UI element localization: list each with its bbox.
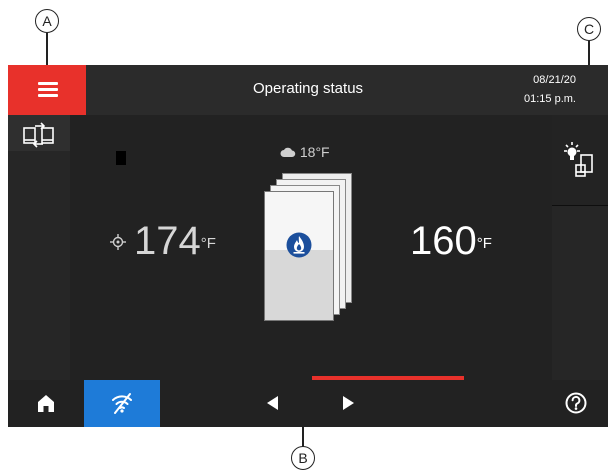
help-icon — [565, 392, 587, 414]
outdoor-temperature: 18°F — [280, 143, 330, 161]
header-bar: Operating status 08/21/20 01:15 p.m. — [8, 65, 608, 115]
actual-temp-number: 160 — [410, 219, 477, 263]
menu-button[interactable] — [8, 65, 86, 115]
previous-button[interactable] — [258, 388, 288, 418]
setpoint-temperature-value: 174°F — [134, 221, 216, 261]
switch-device-button[interactable] — [8, 115, 70, 151]
boiler-card-front — [264, 191, 334, 321]
date-time: 08/21/20 01:15 p.m. — [524, 71, 576, 109]
main-status-area: 18°F 174°F 160°F — [70, 115, 552, 380]
date: 08/21/20 — [533, 74, 576, 86]
hamburger-menu-icon-bar — [38, 88, 58, 91]
time: 01:15 p.m. — [524, 93, 576, 105]
lighting-device-icon — [564, 142, 593, 177]
wifi-off-icon — [112, 393, 132, 414]
bottom-toolbar — [8, 380, 608, 427]
setpoint-temp-unit: °F — [200, 235, 216, 252]
actual-temperature-value: 160°F — [410, 221, 492, 261]
left-panel — [8, 115, 70, 380]
help-button[interactable] — [558, 380, 608, 427]
hamburger-menu-icon-bar — [38, 94, 58, 97]
right-panel — [552, 115, 608, 380]
lighting-device-button[interactable] — [552, 115, 608, 206]
outdoor-temperature-value: 18°F — [299, 144, 330, 160]
next-button[interactable] — [334, 388, 364, 418]
triangle-right-icon — [343, 396, 354, 410]
setpoint-temp-number: 174 — [134, 219, 201, 263]
switch-device-icon — [23, 122, 54, 148]
callout-b: B — [291, 446, 315, 470]
home-button[interactable] — [8, 380, 84, 427]
page-title: Operating status — [252, 80, 364, 97]
cloud-icon — [280, 147, 296, 157]
device-screen: Operating status 08/21/20 01:15 p.m. 18°… — [8, 65, 608, 427]
status-indicator — [116, 151, 126, 165]
hamburger-menu-icon — [38, 82, 58, 85]
gas-flame-icon — [286, 232, 312, 258]
crosshair-icon — [110, 234, 126, 250]
actual-temp-unit: °F — [476, 235, 492, 252]
boiler-graphic[interactable] — [260, 173, 360, 323]
triangle-left-icon — [267, 396, 278, 410]
callout-a-leader — [46, 33, 48, 67]
callout-a: A — [35, 9, 59, 33]
home-icon — [38, 395, 54, 412]
callout-c: C — [577, 17, 601, 41]
wifi-off-button[interactable] — [84, 380, 160, 427]
